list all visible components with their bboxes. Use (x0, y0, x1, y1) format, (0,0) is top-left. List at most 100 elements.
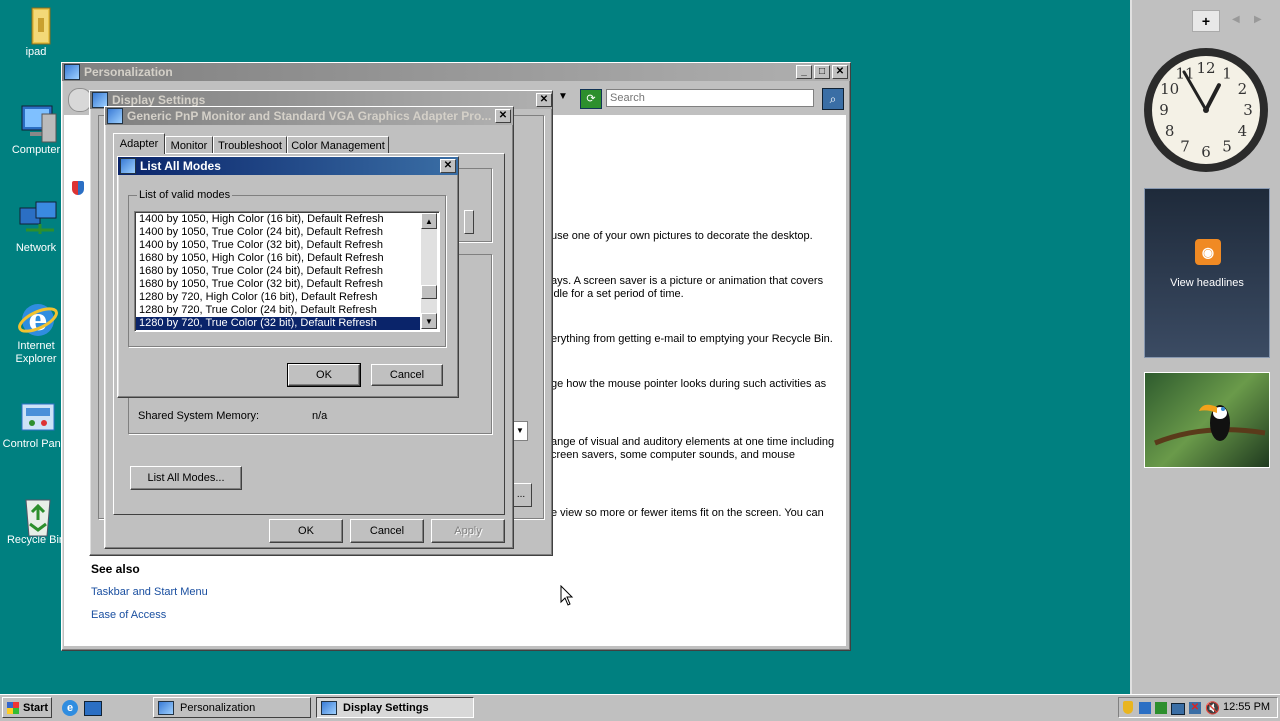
windows-logo-icon (7, 701, 19, 714)
description-text: ays. A screen saver is a picture or anim… (551, 275, 824, 287)
properties-button[interactable] (464, 210, 474, 234)
list-modes-titlebar[interactable]: List All Modes ✕ (118, 157, 458, 175)
desktop-icon-ipad[interactable]: ipad (0, 4, 72, 58)
feed-headlines-gadget[interactable]: ◉ View headlines (1144, 188, 1270, 358)
description-text: idle for a set period of time. (551, 288, 684, 300)
mouse-cursor-icon (560, 584, 574, 610)
list-item-selected[interactable]: 1280 by 720, True Color (32 bit), Defaul… (136, 317, 420, 330)
next-gadget-arrow-icon[interactable]: ▶ (1254, 14, 1262, 25)
task-personalization[interactable]: Personalization (153, 697, 311, 718)
clock-numeral: 5 (1222, 137, 1232, 155)
list-item[interactable]: 1400 by 1050, True Color (32 bit), Defau… (136, 239, 420, 252)
network-disconnected-icon[interactable]: ✕ (1189, 702, 1201, 714)
window-title: Display Settings (112, 93, 206, 107)
clock-numeral: 4 (1238, 122, 1248, 140)
personalization-icon (64, 64, 80, 80)
task-display-settings[interactable]: Display Settings (316, 697, 474, 718)
control-panel-icon (16, 396, 56, 436)
prev-gadget-arrow-icon[interactable]: ◀ (1232, 14, 1240, 25)
dropdown-arrow-icon[interactable]: ▼ (512, 421, 528, 441)
tab-adapter[interactable]: Adapter (113, 133, 165, 154)
window-title: Generic PnP Monitor and Standard VGA Gra… (127, 109, 492, 123)
monitor-icon (107, 108, 123, 124)
scroll-up-arrow-icon[interactable]: ▲ (421, 213, 437, 229)
minimize-button[interactable]: _ (796, 65, 812, 79)
clock-numeral: 7 (1180, 137, 1190, 155)
scroll-thumb[interactable] (421, 285, 437, 299)
sidebar: + ◀ ▶ 123456789101112 ◉ View headlines (1130, 0, 1280, 694)
computer-tray-icon[interactable] (1171, 703, 1185, 715)
start-button[interactable]: Start (2, 697, 52, 718)
add-gadget-button[interactable]: + (1192, 10, 1220, 32)
network-icon (16, 200, 57, 240)
see-also-heading: See also (91, 562, 140, 576)
list-item[interactable]: 1680 by 1050, High Color (16 bit), Defau… (136, 252, 420, 265)
list-item[interactable]: 1400 by 1050, High Color (16 bit), Defau… (136, 213, 420, 226)
desktop-icon-label: Internet Explorer (15, 340, 57, 365)
search-button[interactable]: ⌕ (822, 88, 844, 110)
modes-listbox[interactable]: 1400 by 1050, High Color (16 bit), Defau… (134, 211, 440, 332)
close-button[interactable]: ✕ (440, 159, 456, 173)
list-item[interactable]: 1400 by 1050, True Color (24 bit), Defau… (136, 226, 420, 239)
security-shield-icon[interactable] (1123, 701, 1133, 714)
clock-numeral: 3 (1243, 101, 1253, 119)
list-item[interactable]: 1280 by 720, High Color (16 bit), Defaul… (136, 291, 420, 304)
cancel-button[interactable]: Cancel (350, 519, 424, 543)
quicklaunch-show-desktop-icon[interactable] (84, 701, 102, 716)
window-title: Personalization (84, 65, 173, 79)
list-all-modes-button[interactable]: List All Modes... (130, 466, 242, 490)
clock-numeral: 10 (1160, 80, 1179, 98)
list-item[interactable]: 1280 by 720, True Color (24 bit), Defaul… (136, 304, 420, 317)
tab-color-management[interactable]: Color Management (287, 136, 389, 154)
personalization-titlebar[interactable]: Personalization _ □ ✕ (62, 63, 850, 81)
modes-list: 1400 by 1050, High Color (16 bit), Defau… (136, 213, 420, 330)
close-button[interactable]: ✕ (832, 65, 848, 79)
shared-memory-value: n/a (312, 410, 328, 422)
clock-gadget[interactable]: 123456789101112 (1142, 46, 1270, 174)
clock-time[interactable]: 12:55 PM (1223, 701, 1270, 713)
slideshow-gadget[interactable] (1144, 372, 1270, 468)
description-text: ange of visual and auditory elements at … (551, 436, 835, 448)
tab-monitor[interactable]: Monitor (165, 136, 213, 154)
view-headlines-label: View headlines (1170, 277, 1244, 289)
link-ease-of-access[interactable]: Ease of Access (91, 609, 166, 621)
refresh-button[interactable]: ⟳ (580, 89, 602, 109)
ok-button[interactable]: OK (287, 363, 361, 387)
search-input[interactable] (606, 89, 814, 107)
clock-numeral: 6 (1201, 143, 1211, 161)
window-title: List All Modes (140, 159, 221, 173)
description-text: erything from getting e-mail to emptying… (551, 333, 833, 345)
cancel-button[interactable]: Cancel (371, 364, 443, 386)
apply-button[interactable]: Apply (431, 519, 505, 543)
internet-explorer-icon: e (16, 298, 58, 338)
scroll-down-arrow-icon[interactable]: ▼ (421, 313, 437, 329)
personalization-icon (158, 700, 174, 715)
quicklaunch-ie-icon[interactable]: e (62, 700, 78, 716)
clock-numeral: 8 (1165, 122, 1175, 140)
system-tray: ✕ 🔇 12:55 PM (1118, 697, 1278, 718)
modes-scrollbar[interactable]: ▲ ▼ (421, 213, 437, 329)
close-button[interactable]: ✕ (536, 93, 552, 107)
taskbar: Start e Personalization Display Settings… (0, 694, 1280, 721)
adapter-dialog-titlebar[interactable]: Generic PnP Monitor and Standard VGA Gra… (105, 107, 513, 125)
dropdown-arrow-icon[interactable]: ▼ (558, 91, 568, 102)
description-text: creen savers, some computer sounds, and … (551, 449, 795, 461)
description-text: e view so more or fewer items fit on the… (551, 507, 824, 519)
recycle-bin-icon (16, 492, 56, 537)
close-button[interactable]: ✕ (495, 109, 511, 123)
list-item[interactable]: 1680 by 1050, True Color (24 bit), Defau… (136, 265, 420, 278)
maximize-button[interactable]: □ (814, 65, 830, 79)
clock-icon: 123456789101112 (1144, 48, 1268, 172)
link-taskbar-start-menu[interactable]: Taskbar and Start Menu (91, 586, 208, 598)
computer-icon (16, 102, 57, 143)
network-tray-icon[interactable] (1139, 702, 1151, 714)
volume-muted-icon[interactable]: 🔇 (1205, 701, 1220, 715)
display-settings-icon (321, 700, 337, 715)
list-item[interactable]: 1680 by 1050, True Color (32 bit), Defau… (136, 278, 420, 291)
ok-button[interactable]: OK (269, 519, 343, 543)
valid-modes-label: List of valid modes (137, 189, 233, 201)
clock-numeral: 2 (1238, 80, 1248, 98)
toucan-photo-icon (1154, 404, 1266, 446)
update-tray-icon[interactable] (1155, 702, 1167, 714)
tab-troubleshoot[interactable]: Troubleshoot (213, 136, 287, 154)
